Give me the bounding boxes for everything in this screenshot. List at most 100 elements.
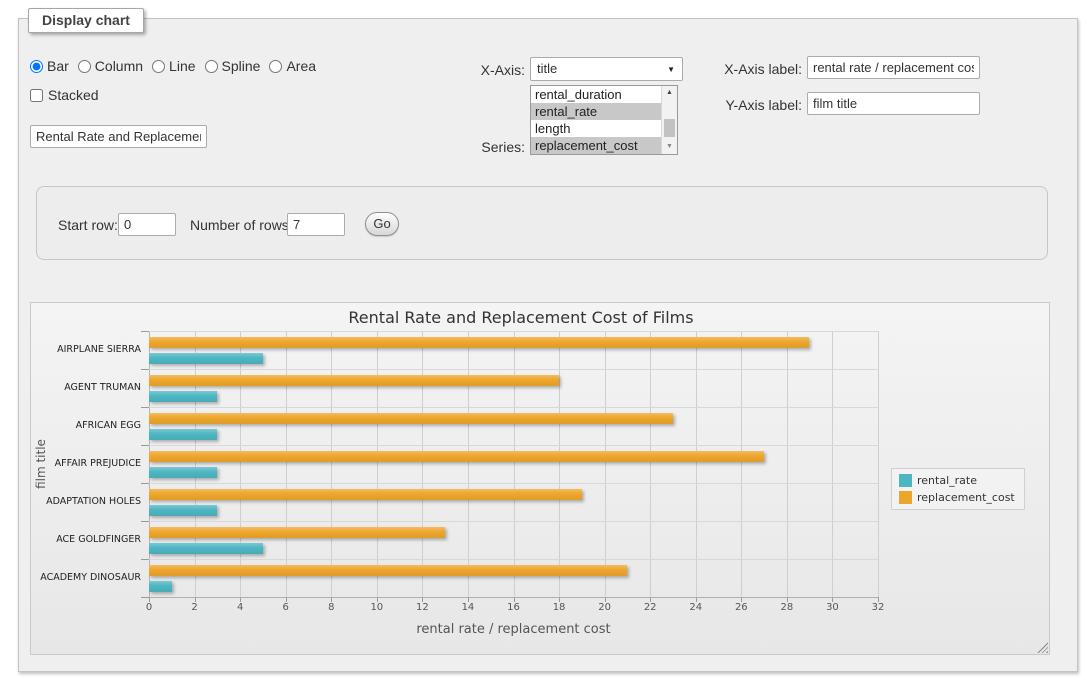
category-label: ACADEMY DINOSAUR (35, 559, 141, 597)
stacked-label: Stacked (48, 87, 99, 103)
chart-bar-rental_rate[interactable] (149, 467, 217, 478)
x-tick-label: 12 (416, 602, 429, 613)
category-band: AIRPLANE SIERRA (149, 331, 878, 369)
chart-bar-rental_rate[interactable] (149, 581, 172, 592)
chart-bar-replacement_cost[interactable] (149, 375, 559, 386)
x-tick-label: 2 (191, 602, 197, 613)
category-label: AFFAIR PREJUDICE (35, 445, 141, 483)
series-listbox[interactable]: rental_durationrental_ratelengthreplacem… (530, 85, 678, 155)
chart-bar-replacement_cost[interactable] (149, 337, 809, 348)
chart-type-option-line: Line (152, 58, 195, 74)
category-label: AIRPLANE SIERRA (35, 331, 141, 369)
x-axis-label-input[interactable] (807, 56, 980, 79)
category-band: ACADEMY DINOSAUR (149, 559, 878, 597)
chart-type-radio-column[interactable] (78, 60, 91, 73)
number-of-rows-label: Number of rows: (190, 217, 293, 233)
series-option-length[interactable]: length (531, 120, 661, 137)
chart-bar-rental_rate[interactable] (149, 391, 217, 402)
chart-type-radio-bar[interactable] (30, 60, 43, 73)
x-axis-label: X-Axis: (430, 62, 525, 78)
x-tick-label: 6 (283, 602, 289, 613)
x-tick-label: 28 (781, 602, 794, 613)
chevron-down-icon: ▼ (667, 65, 675, 74)
scrollbar-thumb[interactable] (664, 119, 675, 137)
number-of-rows-input[interactable] (287, 213, 345, 236)
chart-type-option-area: Area (269, 58, 316, 74)
series-option-rental_rate[interactable]: rental_rate (531, 103, 661, 120)
fieldset-legend: Display chart (28, 8, 144, 33)
chart-type-option-bar: Bar (30, 58, 69, 74)
category-label: ACE GOLDFINGER (35, 521, 141, 559)
legend-swatch-icon (899, 474, 912, 487)
y-axis-tick (141, 483, 149, 484)
go-button[interactable]: Go (365, 212, 399, 236)
x-axis-title: rental rate / replacement cost (149, 622, 878, 637)
x-tick-label: 30 (826, 602, 839, 613)
chart-bar-replacement_cost[interactable] (149, 527, 445, 538)
x-axis-label-field-label: X-Axis label: (718, 61, 802, 77)
start-row-label: Start row: (58, 217, 118, 233)
y-axis-tick (141, 369, 149, 370)
legend-swatch-icon (899, 491, 912, 504)
series-option-rental_duration[interactable]: rental_duration (531, 86, 661, 103)
chart-type-radio-line[interactable] (152, 60, 165, 73)
x-tick-label: 26 (735, 602, 748, 613)
x-tick-label: 32 (872, 602, 885, 613)
chart-container: Rental Rate and Replacement Cost of Film… (30, 302, 1050, 655)
resize-grip-icon[interactable] (1037, 642, 1048, 653)
category-label: ADAPTATION HOLES (35, 483, 141, 521)
chart-title-input[interactable] (30, 125, 207, 148)
x-tick-label: 24 (689, 602, 702, 613)
chart-type-radio-area[interactable] (269, 60, 282, 73)
stacked-checkbox[interactable] (30, 89, 43, 102)
legend-item-rental_rate[interactable]: rental_rate (899, 474, 1015, 487)
scroll-up-icon[interactable]: ▲ (662, 86, 677, 100)
category-band: ADAPTATION HOLES (149, 483, 878, 521)
category-band: AFRICAN EGG (149, 407, 878, 445)
legend-label: rental_rate (917, 474, 977, 487)
category-label: AGENT TRUMAN (35, 369, 141, 407)
y-axis-tick (141, 331, 149, 332)
chart-bar-replacement_cost[interactable] (149, 413, 673, 424)
y-axis-tick (141, 445, 149, 446)
chart-bar-rental_rate[interactable] (149, 353, 263, 364)
x-axis-select[interactable]: title ▼ (530, 57, 683, 81)
chart-legend: rental_rate replacement_cost (891, 468, 1025, 510)
chart-type-radio-label: Bar (47, 58, 69, 74)
category-band: ACE GOLDFINGER (149, 521, 878, 559)
y-axis-label-input[interactable] (807, 92, 980, 115)
series-label: Series: (430, 139, 525, 155)
chart-title: Rental Rate and Replacement Cost of Film… (31, 308, 1011, 327)
y-axis-tick (141, 407, 149, 408)
chart-type-radio-label: Column (95, 58, 143, 74)
chart-bar-replacement_cost[interactable] (149, 565, 627, 576)
category-label: AFRICAN EGG (35, 407, 141, 445)
category-band: AGENT TRUMAN (149, 369, 878, 407)
y-axis-tick (141, 559, 149, 560)
x-tick-label: 22 (644, 602, 657, 613)
chart-type-radio-label: Spline (222, 58, 261, 74)
chart-type-radio-label: Area (286, 58, 316, 74)
chart-type-radio-spline[interactable] (205, 60, 218, 73)
x-tick-label: 4 (237, 602, 243, 613)
x-axis-selected-value: title (537, 61, 557, 76)
x-tick-label: 10 (370, 602, 383, 613)
x-tick-label: 8 (328, 602, 334, 613)
series-option-replacement_cost[interactable]: replacement_cost (531, 137, 661, 154)
scroll-down-icon[interactable]: ▼ (662, 140, 677, 154)
x-tick-label: 16 (507, 602, 520, 613)
category-band: AFFAIR PREJUDICE (149, 445, 878, 483)
chart-bar-rental_rate[interactable] (149, 429, 217, 440)
chart-bar-rental_rate[interactable] (149, 505, 217, 516)
chart-type-option-column: Column (78, 58, 143, 74)
stacked-row: Stacked (30, 87, 99, 103)
start-row-input[interactable] (118, 213, 176, 236)
chart-bar-replacement_cost[interactable] (149, 489, 582, 500)
chart-bar-replacement_cost[interactable] (149, 451, 764, 462)
series-scrollbar[interactable]: ▲ ▼ (661, 86, 677, 154)
chart-bar-rental_rate[interactable] (149, 543, 263, 554)
chart-type-radio-label: Line (169, 58, 195, 74)
legend-item-replacement_cost[interactable]: replacement_cost (899, 491, 1015, 504)
y-axis-tick (141, 521, 149, 522)
x-tick-label: 18 (553, 602, 566, 613)
